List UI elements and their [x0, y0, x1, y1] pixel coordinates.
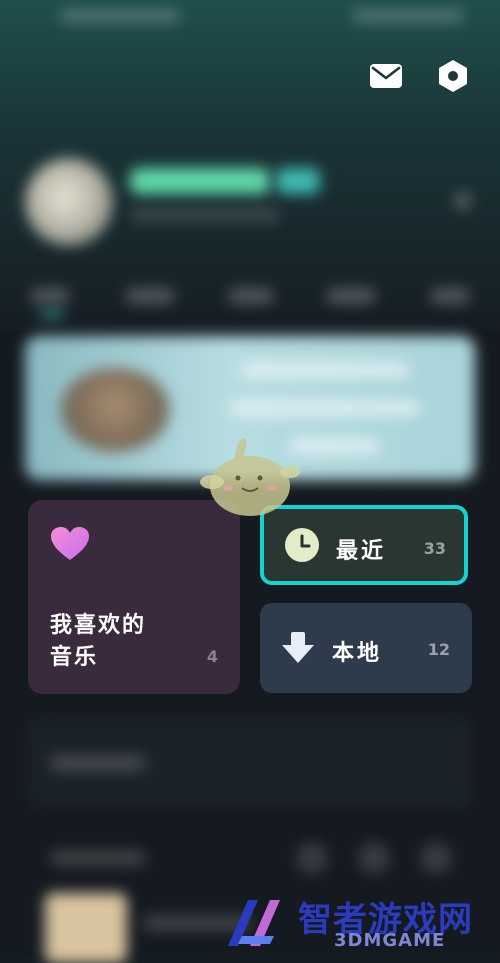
banner-text-line — [290, 438, 380, 454]
profile-arrow-icon[interactable] — [455, 193, 471, 209]
site-watermark: 智者游戏网 3DMGAME — [222, 888, 500, 955]
liked-music-card[interactable]: 我喜欢的 音乐 4 — [28, 500, 240, 694]
hexagon-settings-icon — [439, 60, 467, 92]
download-icon — [282, 632, 314, 663]
active-tab-indicator — [40, 312, 64, 317]
tab-1[interactable] — [30, 288, 70, 304]
banner-image — [60, 368, 170, 452]
tab-3[interactable] — [228, 288, 274, 304]
settings-button[interactable] — [435, 58, 471, 94]
nickname[interactable] — [130, 168, 270, 194]
clock-icon — [285, 528, 319, 562]
playlist-thumbnail[interactable] — [45, 893, 127, 963]
section-action-button[interactable] — [420, 842, 452, 874]
local-label: 本地 — [332, 641, 383, 666]
profile-subtitle — [130, 208, 280, 222]
section-title — [50, 850, 146, 866]
banner-text-line — [230, 400, 420, 416]
vip-badge[interactable] — [276, 168, 320, 194]
local-count: 12 — [427, 640, 450, 659]
recent-count: 33 — [423, 539, 446, 558]
avatar[interactable] — [25, 158, 113, 246]
banner-text-line — [240, 362, 410, 378]
local-music-card[interactable]: 本地 12 — [260, 603, 472, 693]
recent-label: 最近 — [336, 539, 387, 564]
mascot-watermark — [200, 438, 300, 516]
mail-icon — [370, 64, 402, 88]
liked-music-title: 我喜欢的 音乐 — [50, 613, 147, 670]
status-bar-right — [352, 10, 464, 22]
tab-2[interactable] — [125, 288, 175, 304]
watermark-logo — [228, 900, 280, 946]
status-bar-left — [60, 10, 180, 22]
tab-5[interactable] — [430, 288, 470, 304]
section-action-button[interactable] — [296, 842, 328, 874]
heart-icon — [51, 527, 89, 560]
liked-music-count: 4 — [206, 647, 218, 666]
section-action-button[interactable] — [358, 842, 390, 874]
watermark-subtext: 3DMGAME — [334, 930, 446, 951]
tab-4[interactable] — [326, 288, 376, 304]
mail-button[interactable] — [368, 58, 404, 94]
section-title — [50, 755, 146, 771]
